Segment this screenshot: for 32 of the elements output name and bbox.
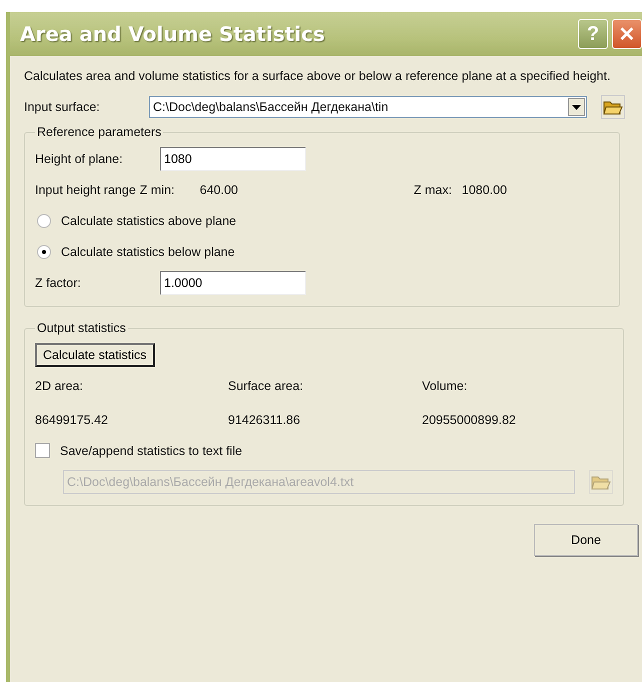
folder-icon [591,474,611,490]
field-label: Height of plane: [35,152,124,166]
stat-value: 86499175.42 [35,413,109,427]
checkbox-label: Save/append statistics to text file [60,444,242,458]
group-title: Output statistics [36,321,127,335]
window-title: Area and Volume Statistics [20,22,325,46]
value-text: 640.00 [200,182,240,196]
calculate-statistics-button[interactable]: Calculate statistics [35,343,155,367]
description-text: Calculates area and volume statistics for a surface above or below a reference plane at a specified height. [24,68,612,85]
stat-label: 2D area: [35,379,84,393]
stat-label: Surface area: [228,379,304,393]
radio-label: Calculate statistics above plane [61,214,236,228]
done-button[interactable]: Done [534,524,638,556]
stat-label: Volume: [422,379,468,393]
field-label: Input height range [35,182,136,196]
checkbox[interactable] [35,443,50,458]
stat-value: 20955000899.82 [422,413,517,427]
open-folder-button[interactable] [601,95,625,119]
folder-icon [603,99,623,115]
value-text: 1080.00 [462,182,507,196]
stat-value: 91426311.86 [228,413,302,427]
z-factor-field[interactable]: 1.0000 [160,270,306,294]
group-title: Reference parameters [36,125,162,139]
input-surface-dropdown[interactable]: C:\Doc\deg\balans\Бассейн Дегдекана\tin [149,96,587,118]
radio-label: Calculate statistics below plane [61,244,235,258]
radio-button[interactable] [37,214,51,228]
field-label: Z max: [414,182,453,196]
field-label: Input surface: [24,100,101,114]
field-label: Z min: [140,182,176,196]
field-label: Z factor: [35,276,82,290]
height-field[interactable]: 1080 [160,146,306,170]
radio-button[interactable] [37,244,51,258]
